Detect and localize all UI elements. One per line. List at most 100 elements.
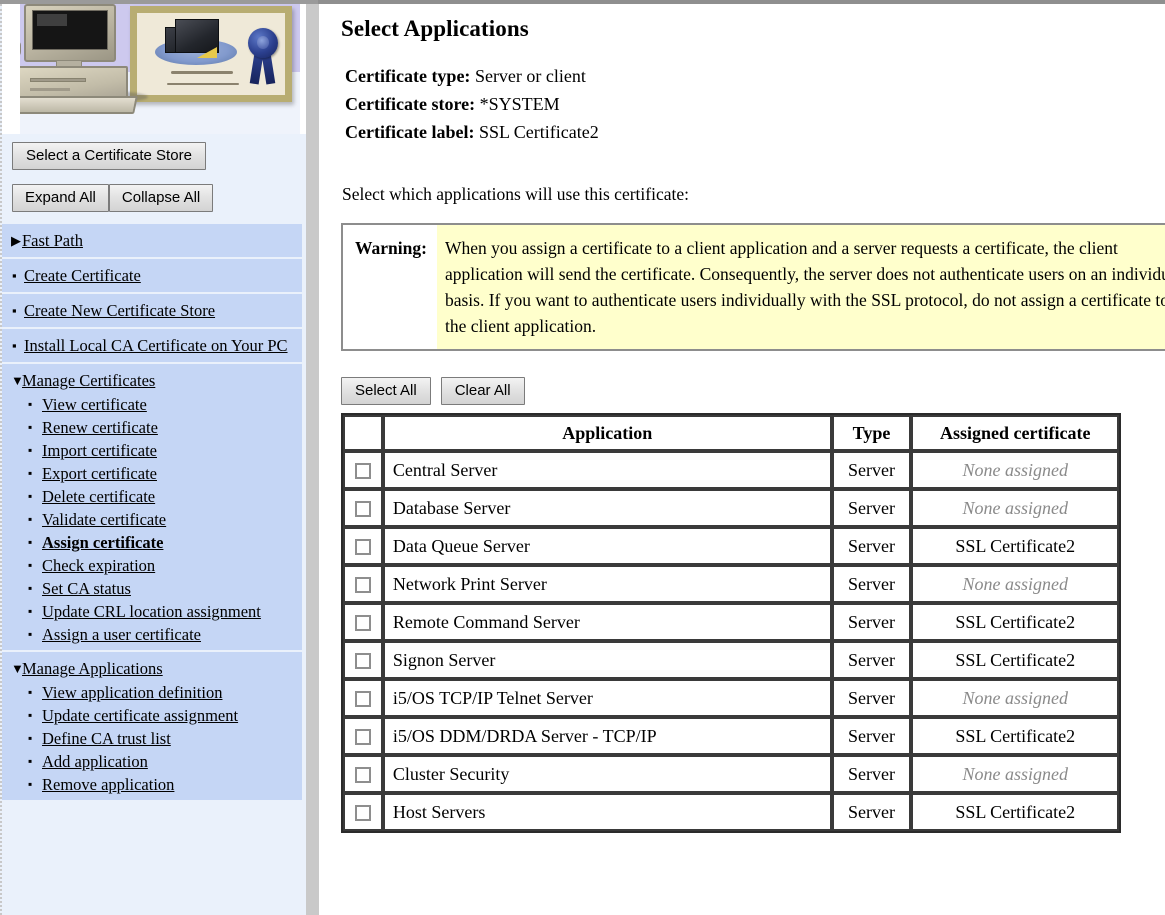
row-checkbox-cell[interactable] xyxy=(343,565,383,603)
application-type: Server xyxy=(848,649,895,670)
sidebar-item-manage-certificates[interactable]: ▼ Manage Certificates xyxy=(2,368,302,393)
sidebar-item-label[interactable]: Create Certificate xyxy=(24,265,141,286)
select-certificate-store-button[interactable]: Select a Certificate Store xyxy=(12,142,206,170)
application-name: Network Print Server xyxy=(392,573,547,594)
application-checkbox[interactable] xyxy=(354,691,371,708)
sidebar-subitem-label[interactable]: View certificate xyxy=(42,394,147,415)
sidebar-subitem-label[interactable]: Update certificate assignment xyxy=(42,705,238,726)
sidebar-subitem-label[interactable]: Define CA trust list xyxy=(42,728,171,749)
row-checkbox-cell[interactable] xyxy=(343,489,383,527)
application-checkbox[interactable] xyxy=(354,577,371,594)
application-checkbox[interactable] xyxy=(354,615,371,632)
application-type: Server xyxy=(848,497,895,518)
application-type: Server xyxy=(848,459,895,480)
assigned-certificate-value: None assigned xyxy=(962,573,1068,594)
application-name: Central Server xyxy=(392,459,498,480)
sidebar-subitem-renew-certificate[interactable]: ▪ Renew certificate xyxy=(2,416,302,439)
sidebar-subitem-import-certificate[interactable]: ▪ Import certificate xyxy=(2,439,302,462)
sidebar-subitem-label[interactable]: Assign certificate xyxy=(42,532,163,553)
sidebar-subitem-validate-certificate[interactable]: ▪ Validate certificate xyxy=(2,508,302,531)
sidebar-subitem-set-ca-status[interactable]: ▪ Set CA status xyxy=(2,577,302,600)
row-checkbox-cell[interactable] xyxy=(343,793,383,831)
sidebar-item-label[interactable]: Manage Applications xyxy=(22,658,163,679)
sidebar-item-install-local-ca-certificate-on-your-pc[interactable]: ▪ Install Local CA Certificate on Your PC xyxy=(2,333,302,358)
sidebar-subitem-label[interactable]: Remove application xyxy=(42,774,174,795)
sidebar-subitem-delete-certificate[interactable]: ▪ Delete certificate xyxy=(2,485,302,508)
tower-drive-slot-secondary xyxy=(30,88,70,91)
sidebar-subitem-add-application[interactable]: ▪ Add application xyxy=(2,750,302,773)
header-application: Application xyxy=(382,415,832,451)
sidebar-item-create-certificate[interactable]: ▪ Create Certificate xyxy=(2,263,302,288)
sidebar-item-create-new-certificate-store[interactable]: ▪ Create New Certificate Store xyxy=(2,298,302,323)
square-bullet-icon: ▪ xyxy=(28,535,33,549)
sidebar-subitem-label[interactable]: Update CRL location assignment xyxy=(42,601,261,622)
sidebar-item-label[interactable]: Install Local CA Certificate on Your PC xyxy=(24,335,288,356)
sidebar-subitem-label[interactable]: Renew certificate xyxy=(42,417,158,438)
square-bullet-icon: ▪ xyxy=(28,708,33,722)
application-checkbox[interactable] xyxy=(354,767,371,784)
certificate-box-front-graphic xyxy=(175,19,219,53)
sidebar-item-label[interactable]: Manage Certificates xyxy=(22,370,155,391)
sidebar-item-fast-path[interactable]: ▶ Fast Path xyxy=(2,228,302,253)
row-checkbox-cell[interactable] xyxy=(343,527,383,565)
sidebar-subitem-assign-a-user-certificate[interactable]: ▪ Assign a user certificate xyxy=(2,623,302,646)
sidebar-subitem-check-expiration[interactable]: ▪ Check expiration xyxy=(2,554,302,577)
expand-all-button[interactable]: Expand All xyxy=(12,184,109,212)
sidebar-subitem-label[interactable]: Assign a user certificate xyxy=(42,624,201,645)
applications-table-body: Central Server Server None assigned Databas… xyxy=(343,451,1119,831)
sidebar-subitem-define-ca-trust-list[interactable]: ▪ Define CA trust list xyxy=(2,727,302,750)
application-type-cell: Server xyxy=(831,717,912,755)
select-all-button[interactable]: Select All xyxy=(341,377,431,405)
row-checkbox-cell[interactable] xyxy=(343,451,383,489)
sidebar-item-label[interactable]: Fast Path xyxy=(22,230,83,251)
assigned-certificate-cell: SSL Certificate2 xyxy=(911,603,1119,641)
sidebar-subitem-update-certificate-assignment[interactable]: ▪ Update certificate assignment xyxy=(2,704,302,727)
sidebar-item-label[interactable]: Create New Certificate Store xyxy=(24,300,215,321)
assigned-certificate-value: SSL Certificate2 xyxy=(955,535,1076,556)
sidebar-subitem-label[interactable]: Check expiration xyxy=(42,555,155,576)
clear-all-button[interactable]: Clear All xyxy=(440,377,525,405)
sidebar-subitem-label[interactable]: Validate certificate xyxy=(42,509,166,530)
application-checkbox[interactable] xyxy=(354,653,371,670)
application-type: Server xyxy=(848,573,895,594)
table-row: Database Server Server None assigned xyxy=(343,489,1119,527)
assigned-certificate-cell: None assigned xyxy=(911,679,1119,717)
sidebar-item-manage-applications[interactable]: ▼ Manage Applications xyxy=(2,656,302,681)
application-type-cell: Server xyxy=(831,793,912,831)
sidebar-subitem-label[interactable]: Add application xyxy=(42,751,148,772)
sidebar-subitem-label[interactable]: Set CA status xyxy=(42,578,131,599)
application-checkbox[interactable] xyxy=(354,805,371,822)
application-name-cell: Cluster Security xyxy=(382,755,832,793)
application-name-cell: i5/OS TCP/IP Telnet Server xyxy=(382,679,832,717)
sidebar-subitem-update-crl-location-assignment[interactable]: ▪ Update CRL location assignment xyxy=(2,600,302,623)
main-content: Select Applications Certificate type: Se… xyxy=(319,4,1165,915)
sidebar-subitem-export-certificate[interactable]: ▪ Export certificate xyxy=(2,462,302,485)
header-assigned-certificate: Assigned certificate xyxy=(911,415,1119,451)
chevron-down-icon: ▼ xyxy=(11,661,24,676)
row-checkbox-cell[interactable] xyxy=(343,641,383,679)
sidebar-subitem-view-application-definition[interactable]: ▪ View application definition xyxy=(2,681,302,704)
collapse-all-button[interactable]: Collapse All xyxy=(108,184,214,212)
sidebar-subitem-assign-certificate[interactable]: ▪ Assign certificate xyxy=(2,531,302,554)
row-checkbox-cell[interactable] xyxy=(343,717,383,755)
application-checkbox[interactable] xyxy=(354,729,371,746)
square-bullet-icon: ▪ xyxy=(28,731,33,745)
sidebar-subitem-label[interactable]: View application definition xyxy=(42,682,222,703)
row-checkbox-cell[interactable] xyxy=(343,679,383,717)
application-type-cell: Server xyxy=(831,641,912,679)
application-checkbox[interactable] xyxy=(354,539,371,556)
square-bullet-icon: ▪ xyxy=(28,754,33,768)
sidebar-subitem-remove-application[interactable]: ▪ Remove application xyxy=(2,773,302,796)
application-checkbox[interactable] xyxy=(354,501,371,518)
sidebar-scrollbar-track[interactable] xyxy=(306,4,319,915)
assigned-certificate-value: SSL Certificate2 xyxy=(955,611,1076,632)
row-checkbox-cell[interactable] xyxy=(343,603,383,641)
application-checkbox[interactable] xyxy=(354,463,371,480)
sidebar-subitem-label[interactable]: Import certificate xyxy=(42,440,157,461)
sidebar-subitem-view-certificate[interactable]: ▪ View certificate xyxy=(2,393,302,416)
row-checkbox-cell[interactable] xyxy=(343,755,383,793)
sidebar-subitem-label[interactable]: Export certificate xyxy=(42,463,157,484)
sidebar-subitem-label[interactable]: Delete certificate xyxy=(42,486,155,507)
certificate-metadata: Certificate type: Server or client Certif… xyxy=(341,62,1165,146)
application-name-cell: i5/OS DDM/DRDA Server - TCP/IP xyxy=(382,717,832,755)
